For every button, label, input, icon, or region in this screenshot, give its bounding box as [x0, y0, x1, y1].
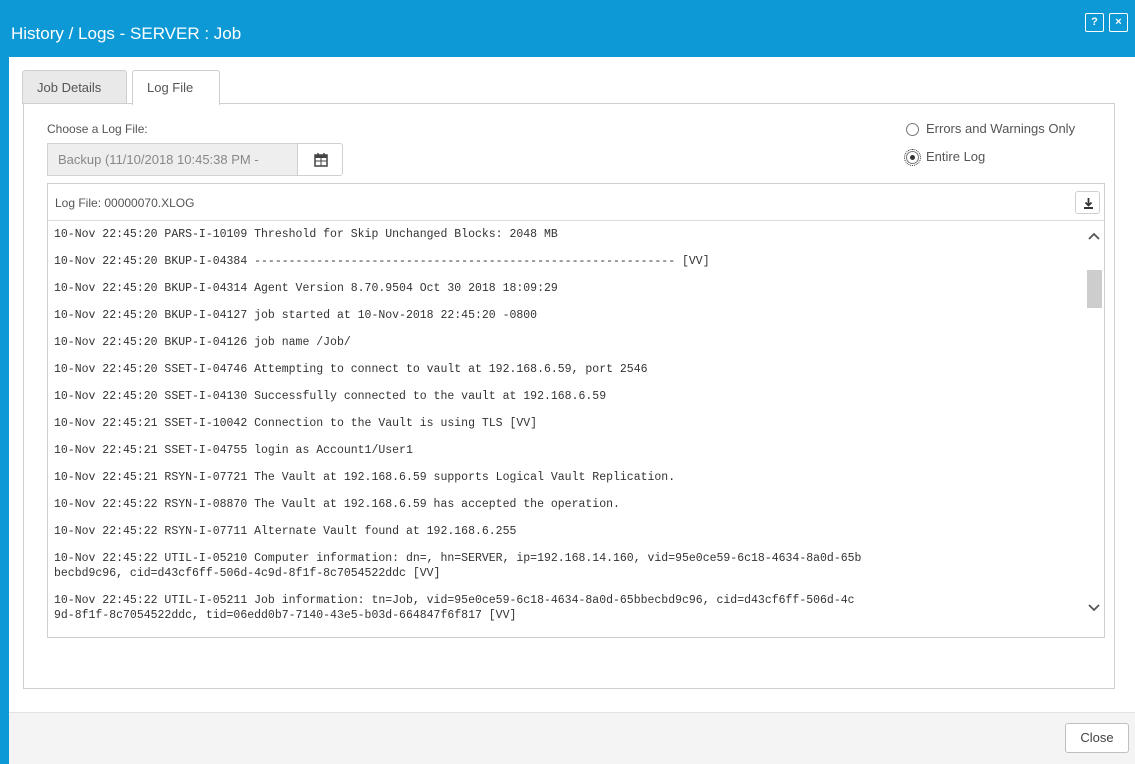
log-line: 10-Nov 22:45:20 BKUP-I-04314 Agent Versi… — [54, 282, 558, 295]
close-button[interactable]: Close — [1065, 723, 1129, 753]
log-line: 10-Nov 22:45:21 SSET-I-04755 login as Ac… — [54, 444, 413, 457]
log-line: 10-Nov 22:45:20 BKUP-I-04384 -----------… — [54, 255, 710, 268]
help-button[interactable]: ? — [1085, 13, 1104, 32]
log-file-panel: Choose a Log File: Backup (11/10/2018 10… — [23, 103, 1115, 689]
download-icon — [1084, 198, 1093, 209]
radio-entire-log-label: Entire Log — [926, 149, 986, 164]
log-content[interactable]: 10-Nov 22:45:20 PARS-I-10109 Threshold f… — [48, 222, 1080, 636]
log-line: 10-Nov 22:45:22 RSYN-I-08870 The Vault a… — [54, 498, 620, 511]
calendar-icon — [314, 153, 328, 167]
log-line: 10-Nov 22:45:20 SSET-I-04746 Attempting … — [54, 363, 648, 376]
log-line: 10-Nov 22:45:22 UTIL-I-05211 Job informa… — [54, 594, 855, 622]
tab-log-file[interactable]: Log File — [132, 70, 220, 105]
scrollbar-thumb[interactable] — [1087, 270, 1102, 308]
log-line: 10-Nov 22:45:20 SSET-I-04130 Successfull… — [54, 390, 607, 403]
chevron-up-icon[interactable] — [1086, 228, 1102, 244]
tab-job-details[interactable]: Job Details — [22, 70, 127, 104]
download-button[interactable] — [1075, 191, 1100, 214]
log-line: 10-Nov 22:45:20 BKUP-I-04126 job name /J… — [54, 336, 351, 349]
dialog-footer: Close — [9, 712, 1135, 764]
dialog-title: History / Logs - SERVER : Job — [11, 24, 242, 43]
radio-errors-warnings-circle[interactable] — [906, 123, 919, 136]
radio-errors-warnings-label: Errors and Warnings Only — [926, 121, 1076, 136]
radio-entire-log-circle[interactable] — [904, 149, 921, 166]
log-line: 10-Nov 22:45:22 UTIL-I-05210 Computer in… — [54, 552, 862, 580]
log-line: 10-Nov 22:45:21 RSYN-I-07721 The Vault a… — [54, 471, 676, 484]
log-line: 10-Nov 22:45:20 BKUP-I-04127 job started… — [54, 309, 538, 322]
log-file-name: Log File: 00000070.XLOG — [55, 196, 195, 210]
chevron-down-icon[interactable] — [1086, 600, 1102, 616]
calendar-button[interactable] — [297, 143, 343, 176]
title-bar: History / Logs - SERVER : Job ? × — [9, 0, 1135, 57]
log-line: 10-Nov 22:45:20 PARS-I-10109 Threshold f… — [54, 228, 558, 241]
log-viewer: Log File: 00000070.XLOG 10-Nov 22:45:20 … — [47, 183, 1105, 638]
log-line: 10-Nov 22:45:22 RSYN-I-07711 Alternate V… — [54, 525, 517, 538]
choose-log-file-label: Choose a Log File: — [47, 122, 148, 136]
log-line: 10-Nov 22:45:21 SSET-I-10042 Connection … — [54, 417, 538, 430]
window-left-edge — [0, 0, 9, 764]
close-icon[interactable]: × — [1109, 13, 1128, 32]
log-viewer-header: Log File: 00000070.XLOG — [48, 184, 1104, 221]
history-logs-dialog: History / Logs - SERVER : Job ? × Job De… — [9, 0, 1135, 764]
log-file-select[interactable]: Backup (11/10/2018 10:45:38 PM - — [47, 143, 297, 176]
log-scrollbar[interactable] — [1082, 222, 1104, 636]
